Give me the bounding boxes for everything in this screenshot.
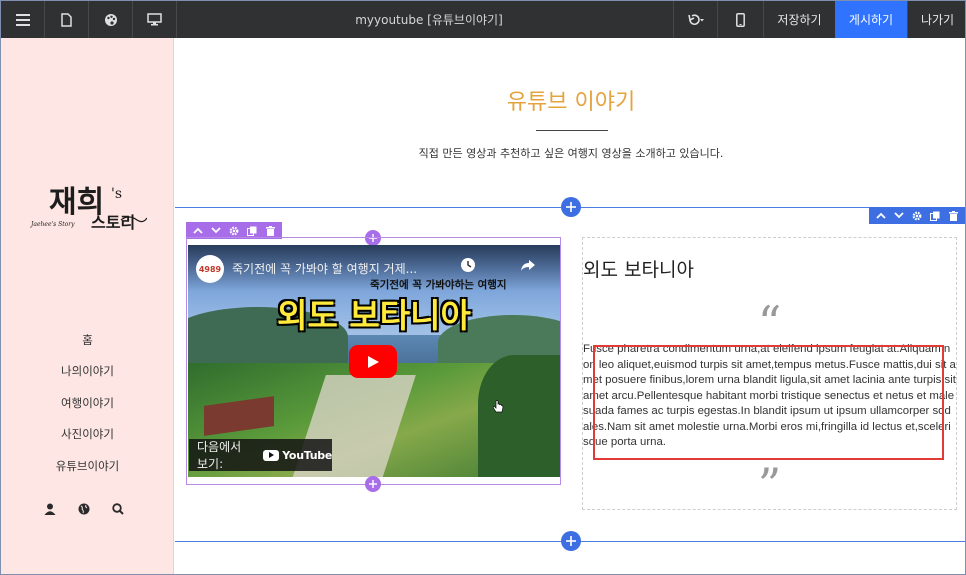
settings-icon — [229, 226, 239, 235]
move-up-icon — [193, 227, 203, 234]
plus-icon — [369, 480, 377, 488]
move-up-icon — [876, 212, 886, 219]
globe-icon — [78, 503, 90, 515]
video-thumbnail-trees — [478, 355, 560, 477]
youtube-logo: YouTube — [263, 449, 332, 462]
move-down-icon — [211, 227, 221, 234]
row-controls — [869, 207, 965, 224]
section-title: 유튜브 이야기 — [506, 90, 636, 115]
page-icon — [61, 12, 72, 27]
design-button[interactable] — [89, 1, 133, 38]
video-block[interactable]: 4989 죽기전에 꼭 가봐야 할 여행지 거제... 죽기전에 꼭 가봐야하는… — [186, 237, 561, 485]
delete-icon — [948, 210, 958, 221]
copy-icon — [930, 211, 940, 221]
svg-text:스토리: 스토리 — [91, 213, 135, 232]
language-button[interactable] — [75, 500, 93, 518]
play-icon — [268, 452, 274, 458]
delete-icon — [265, 225, 275, 236]
copy-icon — [247, 226, 257, 236]
exit-button[interactable]: 나가기 — [907, 1, 965, 38]
add-block-below-button[interactable] — [365, 476, 381, 492]
menu-icon — [15, 13, 30, 26]
selection-highlight — [593, 345, 944, 460]
plus-icon — [566, 536, 576, 546]
save-button[interactable]: 저장하기 — [763, 1, 835, 38]
add-section-button[interactable] — [561, 197, 581, 217]
monitor-icon — [147, 13, 162, 26]
nav-photo-story[interactable]: 사진이야기 — [1, 426, 174, 442]
publish-button[interactable]: 게시하기 — [835, 1, 907, 38]
watch-later-icon[interactable] — [460, 257, 476, 273]
move-down-icon — [894, 212, 904, 219]
preview-desktop-button[interactable] — [133, 1, 177, 38]
palette-icon — [104, 13, 117, 26]
close-quote-mark: ” — [757, 458, 782, 512]
page-content: 유튜브 이야기 직접 만든 영상과 추천하고 싶은 여행지 영상을 소개하고 있… — [175, 38, 965, 574]
text-block[interactable]: 외도 보타니아 “ Fusce pharetra condimentum urn… — [582, 237, 957, 510]
document-title: myyoutube [유튜브이야기] — [355, 13, 503, 27]
search-icon — [112, 503, 124, 515]
text-block-heading[interactable]: 외도 보타니아 — [583, 255, 694, 282]
title-divider — [536, 130, 608, 131]
open-quote-mark: “ — [757, 296, 782, 350]
watch-on-youtube-button[interactable]: 다음에서 보기: YouTube — [189, 439, 332, 471]
settings-button[interactable] — [909, 207, 925, 224]
move-down-button[interactable] — [891, 207, 907, 224]
site-sidebar: 재희 's 스토리 Jaehee's Story 홈 나의이야기 여행이야기 사… — [1, 38, 174, 574]
youtube-embed[interactable]: 4989 죽기전에 꼭 가봐야 할 여행지 거제... 죽기전에 꼭 가봐야하는… — [188, 245, 560, 477]
nav-youtube-story[interactable]: 유튜브이야기 — [1, 458, 174, 474]
move-up-button[interactable] — [873, 207, 889, 224]
nav-home[interactable]: 홈 — [1, 332, 174, 348]
youtube-logo-text: YouTube — [282, 448, 332, 462]
nav-travel-story[interactable]: 여행이야기 — [1, 395, 174, 411]
copy-button[interactable] — [927, 207, 943, 224]
undo-icon — [687, 14, 704, 25]
share-icon[interactable] — [520, 257, 536, 273]
add-section-button[interactable] — [561, 531, 581, 551]
hand-cursor-icon — [493, 400, 504, 413]
svg-text:'s: 's — [111, 186, 122, 202]
user-icon — [44, 503, 56, 515]
mobile-icon — [736, 12, 745, 27]
editor-window: myyoutube [유튜브이야기] 저장하기 게시하기 나가기 재희 's 스… — [0, 0, 966, 575]
channel-avatar[interactable]: 4989 — [196, 255, 224, 283]
site-logo[interactable]: 재희 's 스토리 Jaehee's Story — [29, 176, 147, 236]
undo-button[interactable] — [673, 1, 717, 38]
svg-text:Jaehee's Story: Jaehee's Story — [29, 221, 75, 228]
delete-button[interactable] — [945, 207, 961, 224]
plus-icon — [566, 202, 576, 212]
section-subtitle: 직접 만든 영상과 추천하고 싶은 여행지 영상을 소개하고 있습니다. — [418, 147, 724, 160]
search-button[interactable] — [109, 500, 127, 518]
watch-on-label: 다음에서 보기: — [197, 440, 242, 471]
menu-button[interactable] — [1, 1, 45, 38]
preview-mobile-button[interactable] — [717, 1, 763, 38]
top-toolbar: myyoutube [유튜브이야기] 저장하기 게시하기 나가기 — [1, 1, 965, 38]
nav-my-story[interactable]: 나의이야기 — [1, 363, 174, 379]
user-button[interactable] — [41, 500, 59, 518]
video-thumbnail-caption: 외도 보타니아 — [277, 296, 471, 335]
page-button[interactable] — [45, 1, 89, 38]
play-button[interactable] — [349, 345, 397, 378]
youtube-logo-mark — [263, 449, 280, 461]
video-title[interactable]: 죽기전에 꼭 가봐야 할 여행지 거제... — [232, 260, 417, 277]
play-icon — [368, 355, 379, 368]
settings-icon — [912, 211, 922, 220]
